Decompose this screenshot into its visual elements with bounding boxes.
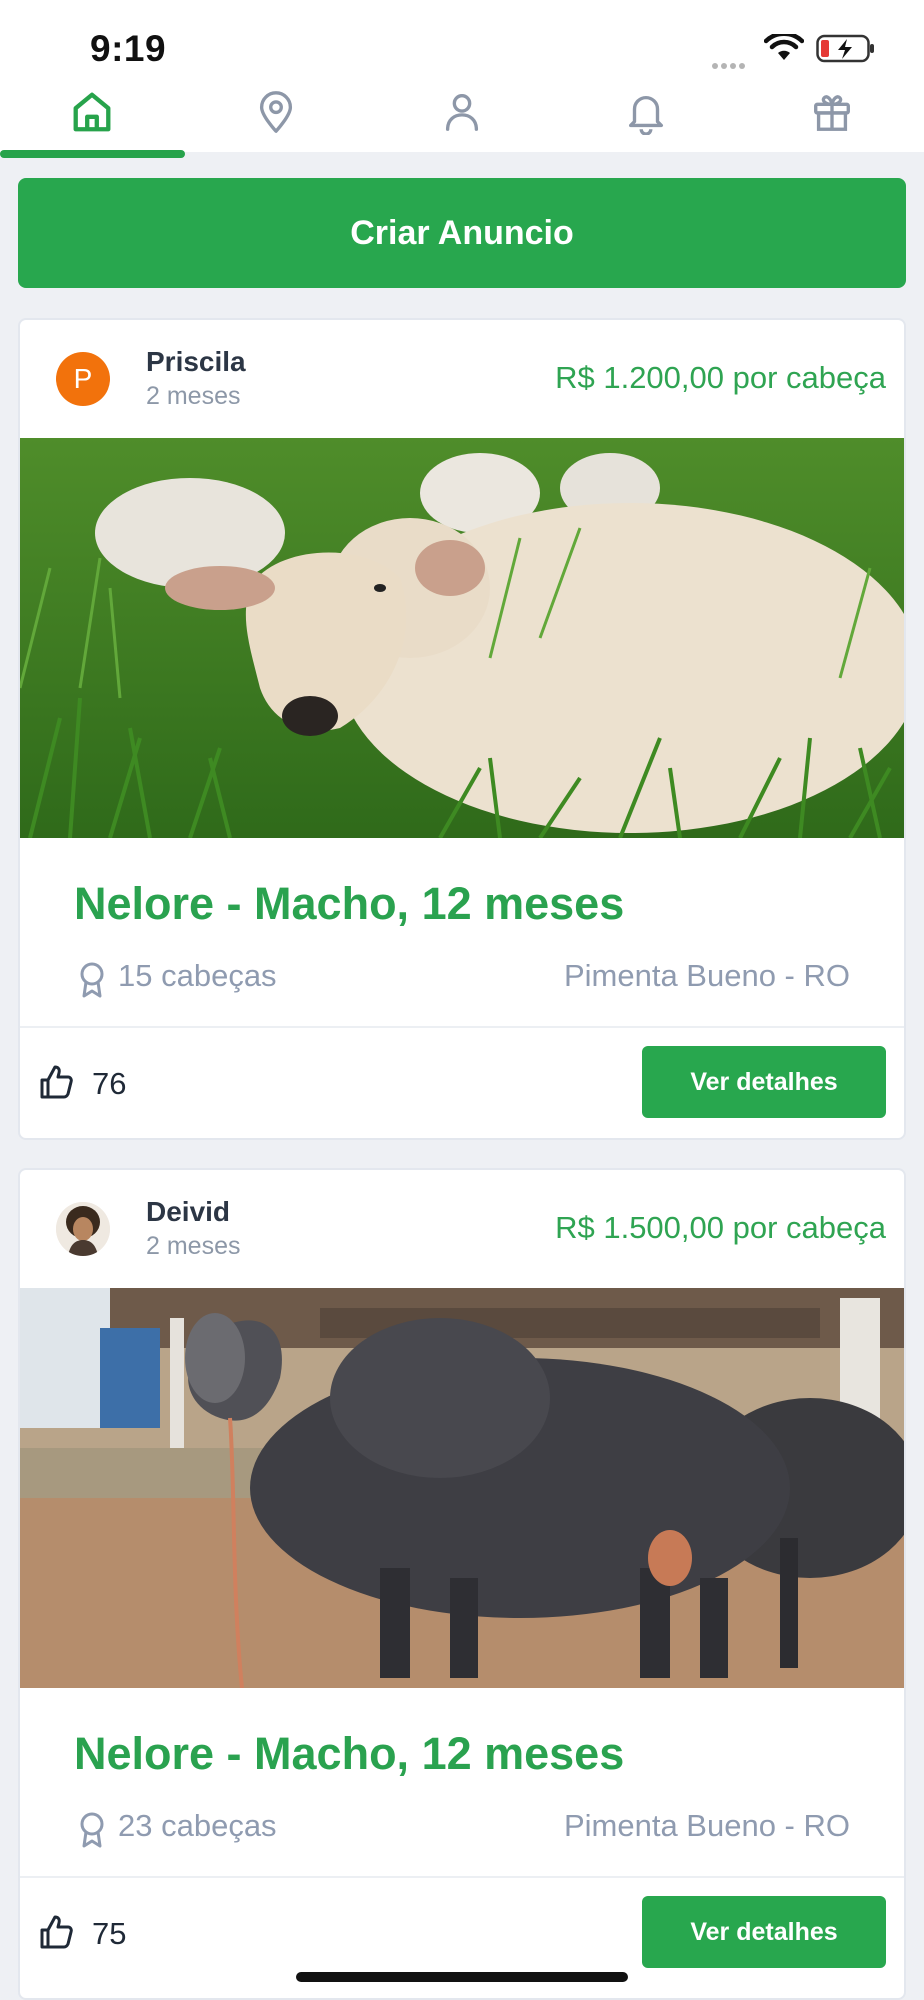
price: R$ 1.200,00 por cabeça [555, 360, 886, 395]
card-header: Deivid 2 meses R$ 1.500,00 por cabeça [20, 1170, 904, 1288]
tab-notifications[interactable] [554, 72, 738, 152]
listing-card: P Priscila 2 meses R$ 1.200,00 por cabeç… [18, 318, 906, 1140]
avatar[interactable]: P [56, 352, 110, 406]
head-count: 15 cabeças [118, 958, 277, 993]
thumbs-up-icon[interactable] [38, 1064, 74, 1100]
price: R$ 1.500,00 por cabeça [555, 1210, 886, 1245]
card-body: Nelore - Macho, 12 meses 23 cabeças Pime… [20, 1688, 904, 1878]
tab-location[interactable] [184, 72, 368, 152]
battery-icon [816, 34, 874, 63]
award-icon [80, 962, 104, 998]
listing-card: Deivid 2 meses R$ 1.500,00 por cabeça Ne… [18, 1168, 906, 2000]
card-footer: 75 Ver detalhes [20, 1878, 904, 1986]
home-icon [73, 92, 111, 132]
listing-photo[interactable] [20, 1288, 904, 1688]
home-indicator [296, 1972, 628, 1982]
like-count: 75 [92, 1916, 127, 1951]
card-body: Nelore - Macho, 12 meses 15 cabeças Pime… [20, 838, 904, 1028]
listing-title[interactable]: Nelore - Macho, 12 meses [74, 1728, 624, 1780]
create-listing-button[interactable]: Criar Anuncio [18, 178, 906, 288]
award-icon [80, 1812, 104, 1848]
signal-icon [712, 56, 754, 69]
post-age: 2 meses [146, 382, 241, 410]
head-count: 23 cabeças [118, 1808, 277, 1843]
listing-photo[interactable] [20, 438, 904, 838]
view-details-button[interactable]: Ver detalhes [642, 1896, 886, 1968]
location-text: Pimenta Bueno - RO [563, 1808, 850, 1843]
card-header: P Priscila 2 meses R$ 1.200,00 por cabeç… [20, 320, 904, 438]
tab-rewards[interactable] [740, 72, 924, 152]
user-name[interactable]: Priscila [146, 346, 246, 378]
status-time: 9:19 [90, 28, 167, 69]
view-details-button[interactable]: Ver detalhes [642, 1046, 886, 1118]
user-icon [445, 94, 479, 131]
tab-profile[interactable] [370, 72, 554, 152]
avatar[interactable] [56, 1202, 110, 1256]
user-name[interactable]: Deivid [146, 1196, 230, 1228]
like-count: 76 [92, 1066, 127, 1101]
post-age: 2 meses [146, 1232, 241, 1260]
thumbs-up-icon[interactable] [38, 1914, 74, 1950]
card-footer: 76 Ver detalhes [20, 1028, 904, 1136]
listing-title[interactable]: Nelore - Macho, 12 meses [74, 878, 624, 930]
tab-home[interactable] [0, 72, 184, 152]
bell-icon [628, 96, 664, 135]
location-text: Pimenta Bueno - RO [563, 958, 850, 993]
active-tab-indicator [0, 150, 185, 158]
location-pin-icon [259, 91, 293, 133]
gift-icon [814, 95, 850, 131]
wifi-icon [764, 34, 804, 60]
status-bar: 9:19 [0, 0, 924, 72]
tab-bar [0, 72, 924, 152]
